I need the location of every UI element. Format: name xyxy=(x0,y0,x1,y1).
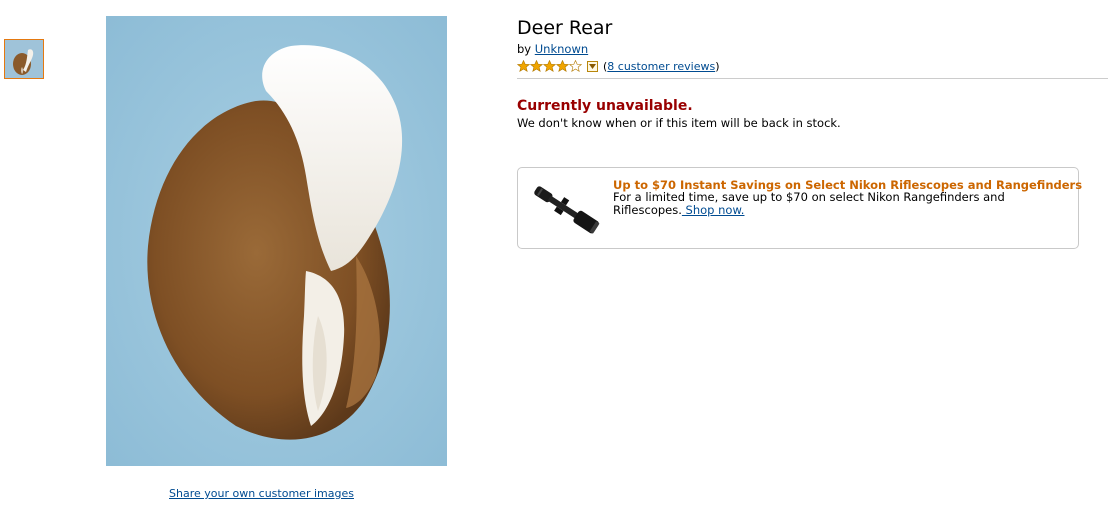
chevron-down-icon xyxy=(589,63,596,69)
title-divider xyxy=(517,78,1108,79)
star-full-icon xyxy=(517,60,530,72)
customer-reviews-link[interactable]: 8 customer reviews xyxy=(607,60,715,73)
deer-rear-photo-icon xyxy=(106,16,447,466)
rating-dropdown-button[interactable] xyxy=(587,60,598,72)
promo-text: For a limited time, save up to $70 on se… xyxy=(613,191,1013,217)
promo-description: For a limited time, save up to $70 on se… xyxy=(613,190,1005,217)
image-thumbnail[interactable] xyxy=(4,39,44,79)
availability-status: Currently unavailable. xyxy=(517,98,693,114)
customer-reviews: (8 customer reviews) xyxy=(603,60,720,73)
reviews-close-paren: ) xyxy=(715,59,720,73)
product-page: Share your own customer images Deer Rear… xyxy=(0,0,1108,508)
star-full-icon xyxy=(543,60,556,72)
star-empty-icon xyxy=(569,60,582,72)
star-full-icon xyxy=(530,60,543,72)
promo-box: Up to $70 Instant Savings on Select Niko… xyxy=(517,167,1082,249)
byline: by Unknown xyxy=(517,42,588,56)
rating-row: (8 customer reviews) xyxy=(517,59,720,73)
product-title: Deer Rear xyxy=(517,17,613,39)
byline-prefix: by xyxy=(517,42,532,56)
star-rating[interactable] xyxy=(517,60,582,72)
availability-note: We don't know when or if this item will … xyxy=(517,116,841,130)
riflescope-icon xyxy=(534,186,600,234)
deer-rear-thumbnail-icon xyxy=(5,40,43,78)
shop-now-link[interactable]: Shop now. xyxy=(682,203,745,217)
author-link[interactable]: Unknown xyxy=(535,42,588,56)
share-customer-images-link[interactable]: Share your own customer images xyxy=(169,487,354,500)
product-main-image[interactable] xyxy=(106,16,447,466)
star-full-icon xyxy=(556,60,569,72)
riflescope-image[interactable] xyxy=(528,178,604,240)
